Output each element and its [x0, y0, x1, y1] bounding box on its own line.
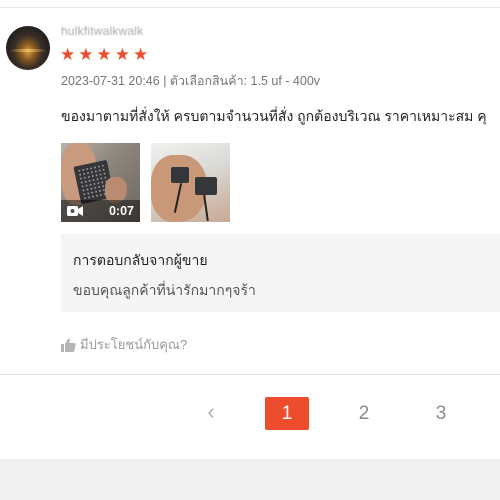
- pagination-prev-button[interactable]: ‹: [201, 397, 221, 427]
- review-date: 2023-07-31 20:46: [61, 74, 160, 88]
- section-divider: [0, 374, 500, 375]
- review-video-thumbnail[interactable]: 0:07: [61, 143, 140, 222]
- star-icon: ★: [133, 45, 149, 64]
- pagination-page-1[interactable]: 1: [265, 397, 309, 430]
- pagination-page-3[interactable]: 3: [419, 397, 463, 430]
- pagination-page-2[interactable]: 2: [342, 397, 386, 430]
- helpful-button[interactable]: มีประโยชน์กับคุณ?: [61, 334, 187, 355]
- seller-reply-title: การตอบกลับจากผู้ขาย: [73, 252, 208, 268]
- capacitor-image: [195, 177, 217, 195]
- star-icon: ★: [96, 45, 112, 64]
- star-icon: ★: [78, 45, 94, 64]
- star-icon: ★: [114, 45, 130, 64]
- reviewer-username[interactable]: hulkfitwalkwalk: [61, 24, 143, 38]
- wire-image: [203, 194, 209, 222]
- helpful-label: มีประโยชน์กับคุณ?: [80, 337, 188, 352]
- review-meta: 2023-07-31 20:46 | ตัวเลือกสินค้า: 1.5 u…: [61, 71, 320, 91]
- rating-stars: ★ ★ ★ ★ ★: [60, 45, 148, 65]
- seller-reply-text: ขอบคุณลูกค้าที่น่ารักมากๆจร้า: [73, 282, 256, 298]
- footer-band: [0, 459, 500, 500]
- review-photo-thumbnail[interactable]: [151, 143, 230, 222]
- seller-reply: การตอบกลับจากผู้ขาย ขอบคุณลูกค้าที่น่ารั…: [61, 234, 500, 312]
- review-text: ของมาตามที่สั่งให้ ครบตามจำนวนที่สั่ง ถู…: [61, 108, 487, 124]
- star-icon: ★: [60, 45, 76, 64]
- capacitor-image: [171, 167, 189, 183]
- thumbs-up-icon: [61, 338, 76, 352]
- user-avatar[interactable]: [6, 26, 50, 70]
- video-duration: 0:07: [108, 204, 134, 218]
- top-border: [0, 7, 500, 8]
- review-variant: | ตัวเลือกสินค้า: 1.5 uf - 400v: [163, 74, 321, 88]
- video-camera-icon: [67, 206, 83, 216]
